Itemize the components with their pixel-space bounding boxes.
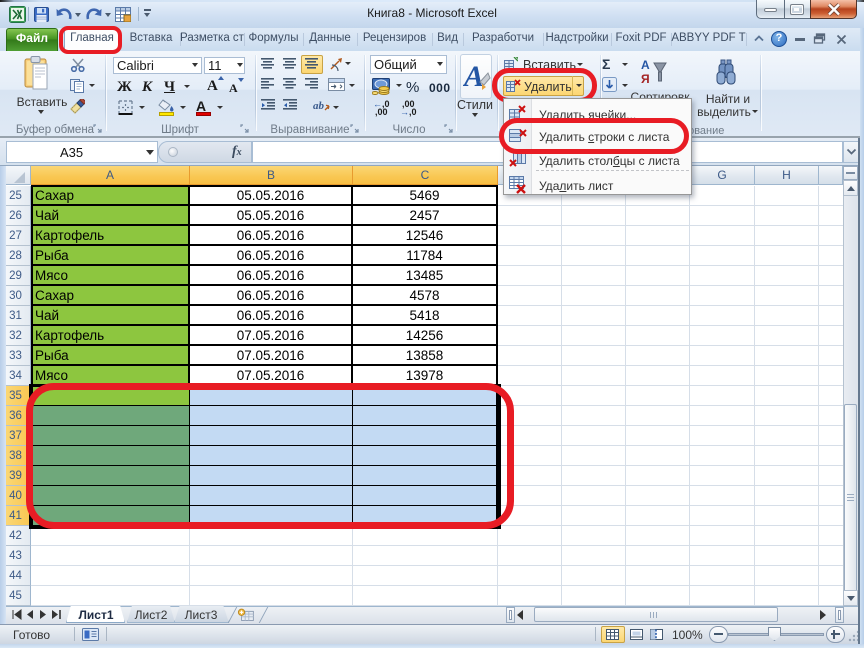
svg-text:А: А (641, 58, 650, 72)
svg-text:ab: ab (313, 100, 325, 112)
svg-text:Я: Я (641, 72, 650, 86)
svg-text:A: A (463, 60, 484, 93)
